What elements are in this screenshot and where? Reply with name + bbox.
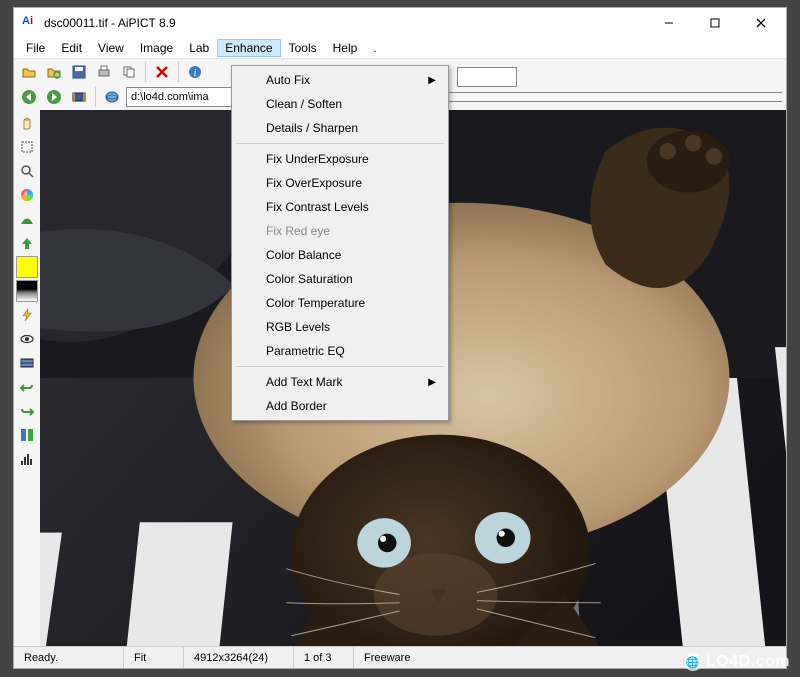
- submenu-arrow-icon: ▶: [428, 377, 436, 388]
- minimize-button[interactable]: [646, 9, 692, 37]
- app-window-frame: Ai dsc00011.tif - AiPICT 8.9 File Edit V…: [0, 0, 800, 677]
- film-icon[interactable]: [68, 86, 90, 108]
- watermark: 🌐 LO4D.com: [684, 653, 790, 671]
- svg-text:i: i: [194, 68, 197, 79]
- redo-icon[interactable]: [16, 400, 38, 422]
- status-ready: Ready.: [14, 647, 124, 668]
- menu-rgb-levels[interactable]: RGB Levels: [234, 315, 446, 339]
- gradient-icon[interactable]: [16, 280, 38, 302]
- back-icon[interactable]: [18, 86, 40, 108]
- menu-file[interactable]: File: [18, 39, 53, 57]
- status-license: Freeware: [354, 647, 434, 668]
- side-toolbar: [14, 110, 40, 646]
- menu-color-saturation[interactable]: Color Saturation: [234, 267, 446, 291]
- globe-icon: 🌐: [684, 653, 702, 671]
- copy-icon[interactable]: [118, 61, 140, 83]
- menu-tools[interactable]: Tools: [281, 39, 325, 57]
- maximize-button[interactable]: [692, 9, 738, 37]
- menu-fix-underexposure[interactable]: Fix UnderExposure: [234, 147, 446, 171]
- menubar: File Edit View Image Lab Enhance Tools H…: [14, 38, 786, 58]
- bolt-icon[interactable]: [16, 304, 38, 326]
- toolbar-sep: [145, 62, 146, 82]
- menu-auto-fix[interactable]: Auto Fix▶: [234, 68, 446, 92]
- filmstrip-icon[interactable]: [16, 352, 38, 374]
- undo-icon[interactable]: [16, 376, 38, 398]
- menu-enhance[interactable]: Enhance: [217, 39, 280, 57]
- hand-tool-icon[interactable]: [16, 112, 38, 134]
- statusbar: Ready. Fit 4912x3264(24) 1 of 3 Freeware: [14, 646, 786, 668]
- enhance-dropdown: Auto Fix▶ Clean / Soften Details / Sharp…: [231, 65, 449, 421]
- menu-view[interactable]: View: [90, 39, 132, 57]
- menu-fix-contrast[interactable]: Fix Contrast Levels: [234, 195, 446, 219]
- color-wheel-icon[interactable]: [16, 184, 38, 206]
- toolbar-spacer: [427, 92, 782, 102]
- menu-parametric-eq[interactable]: Parametric EQ: [234, 339, 446, 363]
- eye-icon[interactable]: [16, 328, 38, 350]
- menu-add-border[interactable]: Add Border: [234, 394, 446, 418]
- toolbar-sep: [95, 87, 96, 107]
- save-icon[interactable]: [68, 61, 90, 83]
- status-page: 1 of 3: [294, 647, 354, 668]
- window-controls: [646, 9, 784, 37]
- open-folder-icon[interactable]: [18, 61, 40, 83]
- menu-help[interactable]: Help: [325, 39, 366, 57]
- titlebar: Ai dsc00011.tif - AiPICT 8.9: [14, 8, 786, 38]
- info-icon[interactable]: i: [184, 61, 206, 83]
- up-arrow-icon[interactable]: [16, 232, 38, 254]
- menu-details-sharpen[interactable]: Details / Sharpen: [234, 116, 446, 140]
- print-icon[interactable]: [93, 61, 115, 83]
- window-title: dsc00011.tif - AiPICT 8.9: [44, 16, 646, 30]
- browse-folder-icon[interactable]: [43, 61, 65, 83]
- status-dims: 4912x3264(24): [184, 647, 294, 668]
- menu-image[interactable]: Image: [132, 39, 181, 57]
- marquee-tool-icon[interactable]: [16, 136, 38, 158]
- path-text: d:\lo4d.com\ima: [131, 91, 209, 103]
- menu-fix-overexposure[interactable]: Fix OverExposure: [234, 171, 446, 195]
- yellow-fill-icon[interactable]: [16, 256, 38, 278]
- dropdown-sep: [236, 366, 444, 367]
- delete-icon[interactable]: [151, 61, 173, 83]
- menu-lab[interactable]: Lab: [181, 39, 217, 57]
- menu-color-temperature[interactable]: Color Temperature: [234, 291, 446, 315]
- status-fit: Fit: [124, 647, 184, 668]
- menu-add-text-mark[interactable]: Add Text Mark▶: [234, 370, 446, 394]
- menu-fix-red-eye: Fix Red eye: [234, 219, 446, 243]
- toolbar-input[interactable]: [457, 67, 517, 87]
- menu-color-balance[interactable]: Color Balance: [234, 243, 446, 267]
- submenu-arrow-icon: ▶: [428, 75, 436, 86]
- menu-clean-soften[interactable]: Clean / Soften: [234, 92, 446, 116]
- toolbar-sep: [178, 62, 179, 82]
- app-icon: Ai: [22, 15, 38, 31]
- green-dome-icon[interactable]: [16, 208, 38, 230]
- histogram-icon[interactable]: [16, 448, 38, 470]
- watermark-text: LO4D.com: [706, 653, 790, 671]
- zoom-tool-icon[interactable]: [16, 160, 38, 182]
- forward-icon[interactable]: [43, 86, 65, 108]
- main-window: Ai dsc00011.tif - AiPICT 8.9 File Edit V…: [13, 7, 787, 669]
- menu-dot[interactable]: .: [365, 39, 384, 57]
- menu-edit[interactable]: Edit: [53, 39, 90, 57]
- web-icon[interactable]: [101, 86, 123, 108]
- close-button[interactable]: [738, 9, 784, 37]
- compare-icon[interactable]: [16, 424, 38, 446]
- dropdown-sep: [236, 143, 444, 144]
